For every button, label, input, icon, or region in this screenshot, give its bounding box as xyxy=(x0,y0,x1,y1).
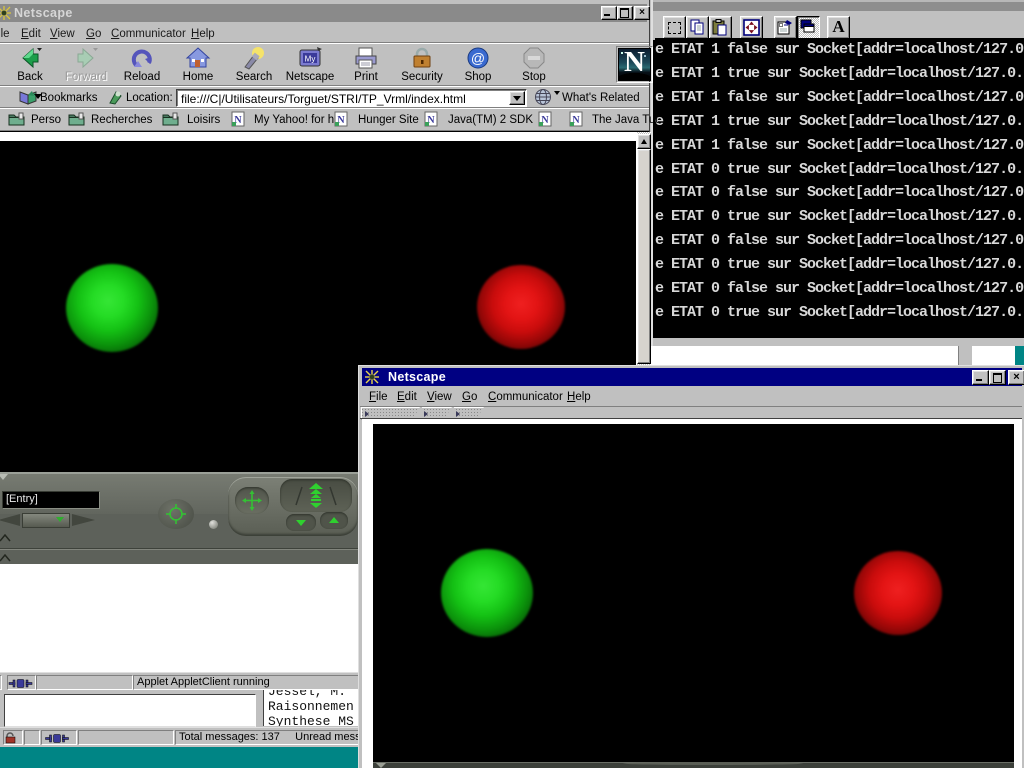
svg-text:@: @ xyxy=(471,50,485,66)
svg-text:My: My xyxy=(305,55,316,64)
